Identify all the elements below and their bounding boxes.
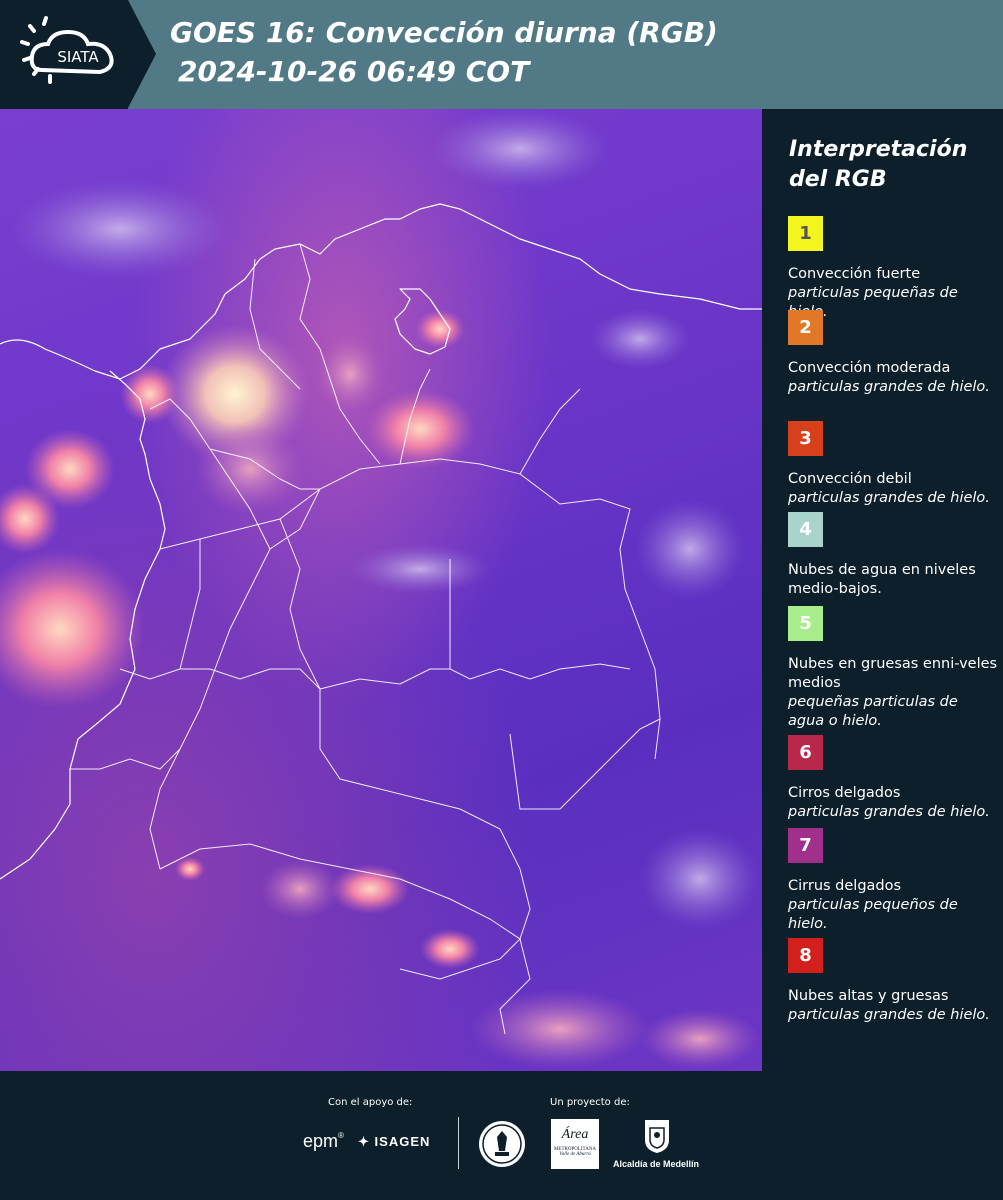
siata-logo: SIATA (0, 0, 128, 109)
legend-item-7: 7 Cirrus delgados particulas pequeños de… (788, 828, 998, 934)
legend-number: 8 (799, 945, 812, 966)
logo-arrow (128, 0, 156, 108)
area-logo-sub2: Valle de Aburrá (559, 1152, 591, 1157)
sun-cloud-icon: SIATA (20, 16, 114, 84)
legend-item-desc: particulas pequeños de hielo. (788, 897, 958, 932)
legend-item-desc: particulas grandes de hielo. (788, 804, 990, 820)
satellite-map (0, 109, 762, 1071)
legend-item-name: Nubes de agua en niveles medio-bajos. (788, 562, 976, 597)
legend-panel: Interpretación del RGB 1 Convección fuer… (762, 109, 1003, 1071)
legend-item-5: 5 Nubes en gruesas enni-veles medios peq… (788, 606, 998, 731)
isagen-logo-text: ISAGEN (374, 1134, 431, 1149)
legend-number: 6 (799, 742, 812, 763)
legend-item-2: 2 Convección moderada particulas grandes… (788, 310, 998, 397)
legend-item-name: Nubes altas y gruesas (788, 988, 949, 1004)
epm-logo: epm® (303, 1131, 344, 1151)
legend-item-desc: particulas grandes de hielo. (788, 379, 990, 395)
legend-swatch: 5 (788, 606, 823, 641)
legend-number: 2 (799, 317, 812, 338)
legend-item-6: 6 Cirros delgados particulas grandes de … (788, 735, 998, 822)
legend-swatch: 7 (788, 828, 823, 863)
legend-item-3: 3 Convección debil particulas grandes de… (788, 421, 998, 508)
footer: Con el apoyo de: Un proyecto de: epm® ✦ … (0, 1071, 1003, 1200)
legend-item-desc: particulas grandes de hielo. (788, 1007, 990, 1023)
legend-item-1: 1 Convección fuerte particulas pequeñas … (788, 216, 998, 322)
legend-item-desc: pequeñas particulas de agua o hielo. (788, 694, 958, 729)
logo-text: SIATA (57, 48, 99, 66)
legend-number: 1 (799, 223, 812, 244)
legend-swatch: 1 (788, 216, 823, 251)
legend-swatch: 8 (788, 938, 823, 973)
support-label: Con el apoyo de: (328, 1097, 413, 1108)
legend-swatch: 3 (788, 421, 823, 456)
legend-item-name: Nubes en gruesas enni-veles medios (788, 656, 998, 691)
area-logo-name: Área (561, 1127, 589, 1142)
legend-item-name: Convección debil (788, 471, 912, 487)
legend-item-desc: particulas grandes de hielo. (788, 490, 990, 506)
medellin-shield-icon (645, 1120, 669, 1153)
isagen-icon: ✦ (358, 1134, 370, 1149)
legend-swatch: 6 (788, 735, 823, 770)
legend-item-name: Cirrus delgados (788, 878, 902, 894)
legend-swatch: 4 (788, 512, 823, 547)
legend-number: 7 (799, 835, 812, 856)
project-label: Un proyecto de: (550, 1097, 630, 1108)
epm-logo-text: epm (303, 1131, 339, 1151)
legend-item-name: Convección fuerte (788, 266, 921, 282)
legend-number: 3 (799, 428, 812, 449)
legend-item-8: 8 Nubes altas y gruesas particulas grand… (788, 938, 998, 1025)
header: SIATA GOES 16: Convección diurna (RGB) 2… (0, 0, 1003, 109)
area-metropolitana-logo: Área METROPOLITANA Valle de Aburrá (551, 1119, 599, 1169)
medellin-university-seal-icon (479, 1121, 525, 1167)
page-title: GOES 16: Convección diurna (RGB) (170, 16, 718, 49)
alcaldia-medellin-label: Alcaldía de Medellín (613, 1159, 700, 1169)
legend-title: Interpretación del RGB (789, 135, 994, 195)
legend-item-name: Cirros delgados (788, 785, 901, 801)
isagen-logo: ✦ ISAGEN (358, 1134, 430, 1150)
page-timestamp: 2024-10-26 06:49 COT (178, 55, 530, 88)
legend-title-line1: Interpretación (789, 137, 968, 162)
legend-item-4: 4 Nubes de agua en niveles medio-bajos. (788, 512, 998, 599)
legend-number: 5 (799, 613, 812, 634)
legend-item-name: Convección moderada (788, 360, 951, 376)
footer-divider (458, 1117, 459, 1169)
legend-number: 4 (799, 519, 812, 540)
legend-swatch: 2 (788, 310, 823, 345)
map-graphic (0, 109, 762, 1069)
cloud-layer (0, 109, 760, 1069)
legend-title-line2: del RGB (789, 167, 887, 192)
